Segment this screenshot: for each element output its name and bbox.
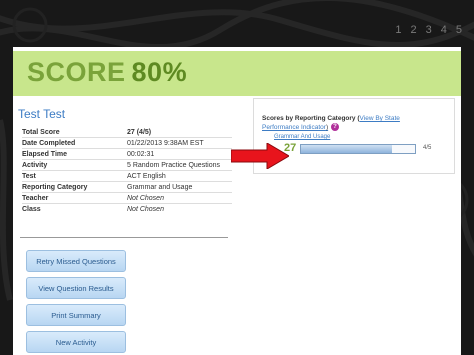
section-divider (20, 237, 228, 238)
detail-row: Class Not Chosen (22, 204, 232, 215)
results-slide: SCORE 80% Test Test Total Score 27 (4/5) … (13, 47, 461, 355)
state-indicator-link[interactable]: View By State (360, 115, 400, 122)
detail-value: Not Chosen (127, 194, 164, 202)
score-label: SCORE (27, 57, 126, 87)
detail-value: 01/22/2013 9:38AM EST (127, 139, 204, 147)
detail-row: Total Score 27 (4/5) (22, 127, 232, 138)
detail-key: Teacher (22, 194, 49, 202)
detail-key: Elapsed Time (22, 150, 68, 158)
category-link[interactable]: Grammar And Usage (274, 134, 330, 140)
detail-key: Date Completed (22, 139, 76, 147)
slide-pager: 1 2 3 4 5 (395, 24, 462, 36)
results-details: Total Score 27 (4/5) Date Completed 01/2… (22, 127, 232, 215)
detail-key: Reporting Category (22, 183, 88, 191)
category-progress-bar (300, 144, 416, 154)
view-results-button[interactable]: View Question Results (26, 277, 126, 299)
retry-missed-button[interactable]: Retry Missed Questions (26, 250, 126, 272)
page-link-3[interactable]: 3 (426, 24, 432, 36)
detail-key: Total Score (22, 128, 60, 136)
page-link-4[interactable]: 4 (441, 24, 447, 36)
page-link-1[interactable]: 1 (395, 24, 401, 36)
detail-value: Grammar and Usage (127, 183, 193, 191)
detail-value: 00:02:31 (127, 150, 155, 158)
panel-title-text: Scores by Reporting Category (262, 115, 356, 122)
detail-row: Test ACT English (22, 171, 232, 182)
info-icon[interactable]: ? (331, 123, 339, 131)
panel-title: Scores by Reporting Category (View By St… (262, 115, 400, 122)
detail-row: Elapsed Time 00:02:31 (22, 149, 232, 160)
new-activity-button[interactable]: New Activity (26, 331, 126, 353)
category-progress-fill (301, 145, 393, 153)
print-summary-button[interactable]: Print Summary (26, 304, 126, 326)
red-arrow-icon (231, 143, 289, 169)
detail-key: Activity (22, 161, 48, 169)
score-value: 80% (131, 57, 188, 87)
detail-value: 27 (4/5) (127, 128, 152, 136)
action-buttons: Retry Missed Questions View Question Res… (26, 250, 126, 355)
detail-row: Date Completed 01/22/2013 9:38AM EST (22, 138, 232, 149)
page-link-2[interactable]: 2 (411, 24, 417, 36)
student-name: Test Test (18, 107, 66, 121)
detail-value: 5 Random Practice Questions (127, 161, 220, 169)
score-banner: SCORE 80% (13, 51, 461, 96)
state-indicator-link-cont[interactable]: Performance Indicator) (262, 124, 328, 131)
page-link-5[interactable]: 5 (456, 24, 462, 36)
paren-close: ) (325, 124, 329, 131)
detail-row: Reporting Category Grammar and Usage (22, 182, 232, 193)
state-indicator-link-text: Performance Indicator (262, 124, 326, 131)
detail-row: Activity 5 Random Practice Questions (22, 160, 232, 171)
detail-value: Not Chosen (127, 206, 164, 213)
detail-value: ACT English (127, 172, 166, 180)
detail-row: Teacher Not Chosen (22, 193, 232, 204)
category-fraction: 4/5 (423, 145, 432, 151)
detail-key: Class (22, 206, 41, 213)
score-heading: SCORE 80% (27, 57, 187, 88)
detail-key: Test (22, 172, 36, 180)
